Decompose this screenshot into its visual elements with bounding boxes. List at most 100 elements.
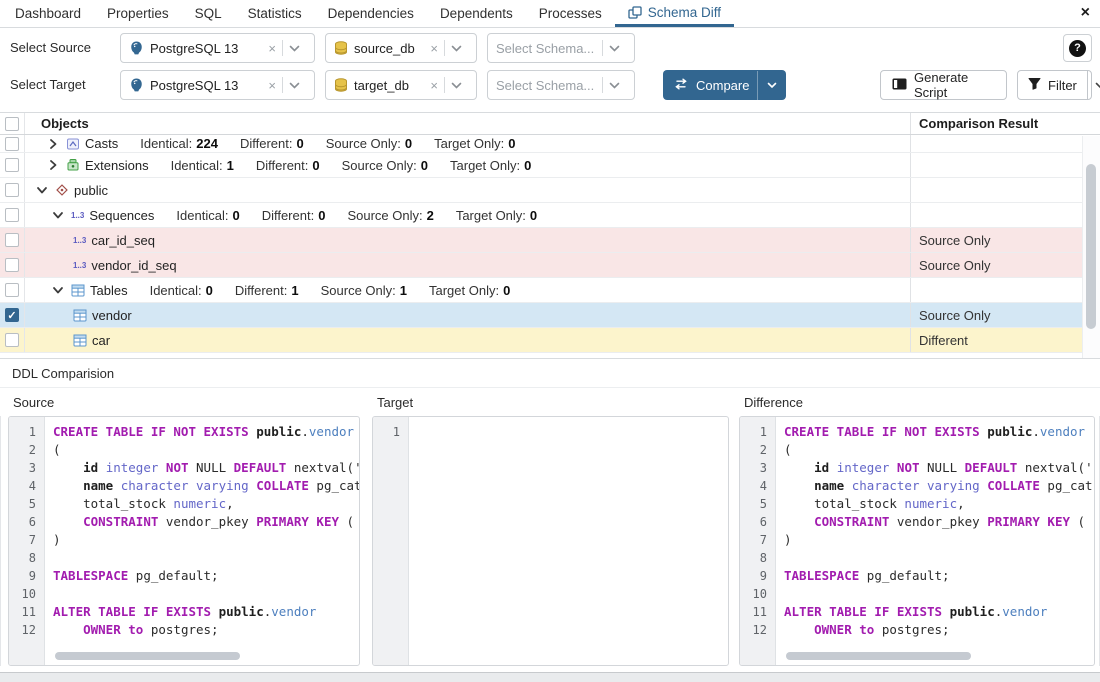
line-number: 2 <box>9 441 44 459</box>
target-server-select[interactable]: PostgreSQL 13 × <box>120 70 315 100</box>
compare-button[interactable]: Compare <box>663 70 786 100</box>
script-icon <box>892 78 907 93</box>
source-server-select[interactable]: PostgreSQL 13 × <box>120 33 315 63</box>
target-schema-select[interactable]: Select Schema... <box>487 70 635 100</box>
filter-button-main[interactable]: Filter <box>1018 71 1087 99</box>
line-number: 7 <box>740 531 775 549</box>
chevron-down-icon[interactable] <box>609 82 620 89</box>
hscrollbar-thumb[interactable] <box>786 652 971 660</box>
chevron-down-icon[interactable] <box>289 45 300 52</box>
filter-button[interactable]: Filter <box>1017 70 1092 100</box>
tabs: DashboardPropertiesSQLStatistics Dependen… <box>2 0 734 27</box>
sequence-icon: 1..3 <box>73 236 86 245</box>
difference-panel-label: Difference <box>739 395 1095 410</box>
tab-properties[interactable]: Properties <box>94 0 182 27</box>
count-target-only: Target Only:0 <box>456 208 537 223</box>
clear-icon[interactable]: × <box>268 41 276 56</box>
line-number: 8 <box>740 549 775 567</box>
chevron-right-icon[interactable] <box>45 138 61 150</box>
tree-row-vendor[interactable]: ✓vendorSource Only <box>0 303 1100 328</box>
grid-vscrollbar[interactable] <box>1082 136 1100 358</box>
tree-row-public[interactable]: public <box>0 178 1100 203</box>
select-all-checkbox[interactable] <box>5 117 19 131</box>
tab-schema-diff[interactable]: Schema Diff <box>615 0 734 27</box>
count-source-only: Source Only:1 <box>321 283 407 298</box>
ddl-source-editor[interactable]: 123456789101112CREATE TABLE IF NOT EXIST… <box>8 416 360 666</box>
line-number: 6 <box>740 513 775 531</box>
tab-dependents[interactable]: Dependents <box>427 0 526 27</box>
objects-column-header[interactable]: Objects <box>25 116 910 131</box>
line-number: 4 <box>9 477 44 495</box>
checkbox-cell <box>0 278 25 302</box>
comparison-result-cell: Source Only <box>910 303 1100 327</box>
row-checkbox[interactable] <box>5 183 19 197</box>
chevron-down-icon[interactable] <box>50 286 66 294</box>
count-source-only: Source Only:2 <box>347 208 433 223</box>
chevron-down-icon[interactable] <box>50 211 66 219</box>
ddl-comparison-title: DDL Comparision <box>12 366 114 381</box>
row-checkbox[interactable] <box>5 137 19 151</box>
tree-row-extensions[interactable]: ExtensionsIdentical:1Different:0Source O… <box>0 153 1100 178</box>
chevron-right-icon[interactable] <box>45 159 61 171</box>
row-checkbox[interactable]: ✓ <box>5 308 19 322</box>
tree-cell: CastsIdentical:224Different:0Source Only… <box>25 135 910 152</box>
tab-dependencies[interactable]: Dependencies <box>315 0 427 27</box>
tab-label: Dependencies <box>328 6 414 21</box>
chevron-down-icon[interactable] <box>451 45 462 52</box>
tree-row-sequences[interactable]: 1..3SequencesIdentical:0Different:0Sourc… <box>0 203 1100 228</box>
sequence-icon: 1..3 <box>73 261 86 270</box>
source-schema-select[interactable]: Select Schema... <box>487 33 635 63</box>
tree-row-vendor-id-seq[interactable]: 1..3vendor_id_seqSource Only <box>0 253 1100 278</box>
divider <box>282 77 283 93</box>
chevron-down-icon[interactable] <box>758 82 786 89</box>
row-checkbox[interactable] <box>5 233 19 247</box>
row-checkbox[interactable] <box>5 333 19 347</box>
tab-label: Schema Diff <box>648 5 721 20</box>
tab-processes[interactable]: Processes <box>526 0 615 27</box>
clear-icon[interactable]: × <box>430 41 438 56</box>
code-line: ( <box>53 441 359 459</box>
row-checkbox[interactable] <box>5 258 19 272</box>
object-name: Sequences <box>89 208 154 223</box>
chevron-down-icon[interactable] <box>289 82 300 89</box>
clear-icon[interactable]: × <box>268 78 276 93</box>
chevron-down-icon[interactable] <box>609 45 620 52</box>
target-server-value: PostgreSQL 13 <box>150 78 264 93</box>
tab-statistics[interactable]: Statistics <box>235 0 315 27</box>
code-line: OWNER to postgres; <box>53 621 359 639</box>
comparison-result-column-header[interactable]: Comparison Result <box>910 113 1100 134</box>
row-checkbox[interactable] <box>5 158 19 172</box>
tree-row-casts[interactable]: CastsIdentical:224Different:0Source Only… <box>0 135 1100 153</box>
chevron-down-icon[interactable] <box>451 82 462 89</box>
code-line: id integer NOT NULL DEFAULT nextval(' <box>53 459 359 477</box>
tree-cell: ExtensionsIdentical:1Different:0Source O… <box>25 153 910 177</box>
source-database-select[interactable]: source_db × <box>325 33 477 63</box>
tree-row-car[interactable]: carDifferent <box>0 328 1100 353</box>
grid-vscrollbar-thumb[interactable] <box>1086 164 1096 329</box>
help-button[interactable]: ? <box>1063 34 1092 62</box>
tree-row-tables[interactable]: TablesIdentical:0Different:1Source Only:… <box>0 278 1100 303</box>
code-line: TABLESPACE pg_default; <box>784 567 1094 585</box>
chevron-down-icon[interactable] <box>34 186 50 194</box>
clear-icon[interactable]: × <box>430 78 438 93</box>
tab-sql[interactable]: SQL <box>182 0 235 27</box>
line-number: 12 <box>9 621 44 639</box>
generate-script-label: Generate Script <box>914 70 995 100</box>
count-source-only: Source Only:0 <box>342 158 428 173</box>
row-checkbox[interactable] <box>5 208 19 222</box>
hscrollbar-thumb[interactable] <box>55 652 240 660</box>
generate-script-button[interactable]: Generate Script <box>880 70 1007 100</box>
comparison-result-cell <box>910 203 1100 227</box>
target-database-select[interactable]: target_db × <box>325 70 477 100</box>
object-name: Extensions <box>85 158 149 173</box>
line-number: 11 <box>9 603 44 621</box>
ddl-difference-editor[interactable]: 123456789101112CREATE TABLE IF NOT EXIST… <box>739 416 1095 666</box>
ddl-target-editor[interactable]: 1 <box>372 416 729 666</box>
code-line: TABLESPACE pg_default; <box>53 567 359 585</box>
close-icon[interactable]: × <box>1081 4 1090 22</box>
tree-row-car-id-seq[interactable]: 1..3car_id_seqSource Only <box>0 228 1100 253</box>
footer-bar <box>0 672 1100 682</box>
row-checkbox[interactable] <box>5 283 19 297</box>
chevron-down-icon[interactable] <box>1087 71 1100 99</box>
tab-dashboard[interactable]: Dashboard <box>2 0 94 27</box>
